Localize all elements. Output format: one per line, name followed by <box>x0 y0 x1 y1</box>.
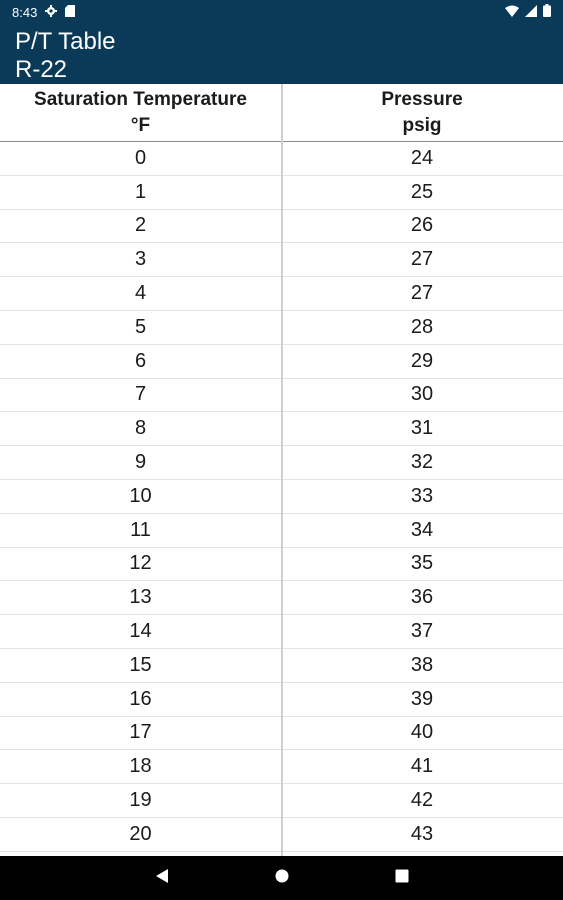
status-bar: 8:43 <box>0 0 563 24</box>
temperature-cell: 7 <box>134 383 147 406</box>
temperature-cell: 13 <box>129 586 152 609</box>
temperature-cell: 16 <box>129 687 152 710</box>
temperature-cell: 1 <box>134 180 147 203</box>
temperature-cell: 18 <box>129 755 152 778</box>
column-header-pressure: Pressure psig <box>281 84 563 141</box>
sd-card-icon <box>65 4 76 20</box>
temperature-cell: 19 <box>129 789 152 812</box>
temperature-cell: 17 <box>129 721 152 744</box>
temperature-cell: 5 <box>134 315 147 338</box>
recents-button[interactable] <box>342 856 462 900</box>
navigation-bar <box>0 856 563 900</box>
temperature-cell: 8 <box>134 417 147 440</box>
app-title: P/T Table <box>15 28 116 55</box>
column-divider <box>281 84 283 856</box>
pressure-cell: 37 <box>410 620 434 643</box>
gear-icon <box>45 4 58 20</box>
temperature-cell: 11 <box>130 518 151 541</box>
temperature-cell: 2 <box>134 214 147 237</box>
column-header-pressure-unit: psig <box>402 114 442 136</box>
pressure-cell: 36 <box>410 586 434 609</box>
pressure-cell: 30 <box>410 383 434 406</box>
back-icon <box>155 868 169 889</box>
temperature-cell: 4 <box>134 282 147 305</box>
temperature-cell: 14 <box>129 620 152 643</box>
pressure-cell: 41 <box>410 755 434 778</box>
signal-icon <box>525 4 537 20</box>
pressure-cell: 40 <box>410 721 434 744</box>
pressure-cell: 29 <box>410 349 434 372</box>
column-header-temperature-unit: °F <box>130 114 151 136</box>
temperature-cell: 9 <box>134 451 147 474</box>
column-header-pressure-label: Pressure <box>381 88 463 110</box>
pressure-cell: 32 <box>410 451 434 474</box>
temperature-cell: 3 <box>134 248 147 271</box>
recents-icon <box>395 869 409 888</box>
pressure-cell: 43 <box>410 822 434 845</box>
column-header-temperature: Saturation Temperature °F <box>0 84 281 141</box>
pressure-cell: 26 <box>410 214 434 237</box>
pressure-cell: 35 <box>410 552 434 575</box>
pressure-cell: 38 <box>410 653 434 676</box>
pressure-cell: 28 <box>410 315 434 338</box>
back-button[interactable] <box>102 856 222 900</box>
pressure-cell: 24 <box>410 146 434 169</box>
temperature-cell: 15 <box>129 653 152 676</box>
pressure-cell: 34 <box>410 518 434 541</box>
pressure-cell: 27 <box>410 248 434 271</box>
pressure-cell: 31 <box>410 417 434 440</box>
temperature-cell: 0 <box>134 146 147 169</box>
temperature-cell: 12 <box>129 552 152 575</box>
temperature-cell: 10 <box>129 484 152 507</box>
pressure-cell: 27 <box>410 282 434 305</box>
battery-icon <box>543 4 551 20</box>
pressure-cell: 25 <box>410 180 434 203</box>
temperature-cell: 6 <box>134 349 147 372</box>
pressure-cell: 39 <box>410 687 434 710</box>
pressure-cell: 42 <box>410 789 434 812</box>
temperature-cell: 20 <box>129 822 152 845</box>
pressure-cell: 33 <box>410 484 434 507</box>
status-time: 8:43 <box>12 4 38 20</box>
home-icon <box>275 869 289 888</box>
wifi-icon <box>505 5 519 20</box>
app-subtitle: R-22 <box>15 56 68 83</box>
home-button[interactable] <box>222 856 342 900</box>
column-header-temperature-label: Saturation Temperature <box>34 88 247 110</box>
app-bar: P/T Table R-22 <box>0 24 563 84</box>
